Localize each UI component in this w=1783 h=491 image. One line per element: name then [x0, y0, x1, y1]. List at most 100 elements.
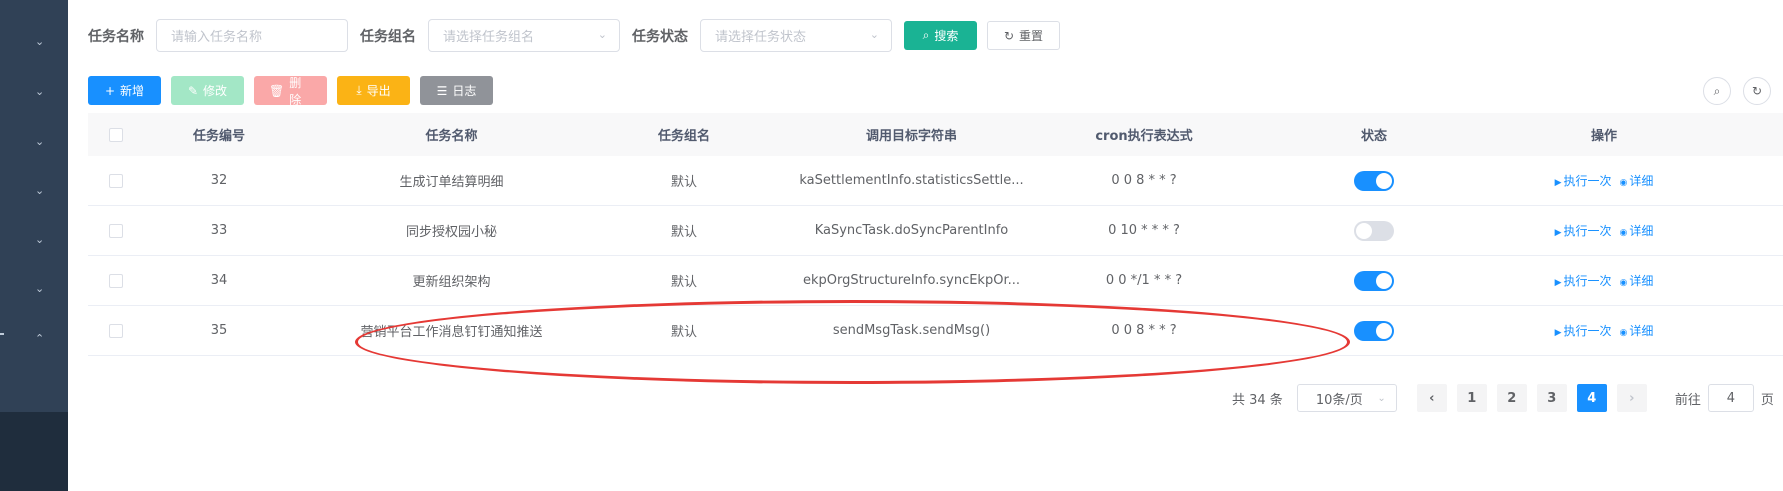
status-toggle[interactable] [1354, 220, 1394, 241]
task-group-label: 任务组名 [360, 28, 416, 45]
page-size-select[interactable]: 10条/页 ⌄ [1296, 384, 1397, 412]
table-header: 任务编号 任务名称 任务组名 调用目标字符串 cron执行表达式 状态 操作 [88, 113, 1783, 156]
select-all-checkbox[interactable] [109, 127, 123, 142]
task-group-placeholder: 请选择任务组名 [443, 30, 535, 45]
status-toggle[interactable] [1354, 320, 1394, 341]
edit-button[interactable]: ✎ 修改 [171, 76, 244, 105]
toggle-knob [1376, 322, 1392, 339]
detail-link[interactable]: ◉ 详细 [1620, 324, 1654, 338]
status-toggle[interactable] [1354, 270, 1394, 291]
detail-link[interactable]: ◉ 详细 [1620, 224, 1654, 238]
cron-expression: 0 0 8 * * ? [1111, 173, 1177, 188]
detail-link[interactable]: ◉ 详细 [1620, 274, 1654, 288]
eye-icon: ◉ [1619, 278, 1628, 288]
eye-icon: ◉ [1619, 328, 1628, 338]
export-button[interactable]: ⤓ 导出 [337, 76, 410, 105]
page-2[interactable]: 2 [1496, 384, 1527, 412]
run-once-link[interactable]: ▶ 执行一次 [1555, 174, 1612, 188]
chevron-up-icon[interactable]: ⌃ [35, 332, 45, 345]
status-toggle[interactable] [1354, 170, 1394, 191]
delete-button[interactable]: 🗑 删除 [254, 75, 327, 107]
table-row: 33 同步授权园小秘 默认 KaSyncTask.doSyncParentInf… [88, 206, 1783, 256]
edit-icon: ✎ [187, 83, 199, 98]
reset-button[interactable]: ↻ 重置 [987, 21, 1060, 50]
page-suffix: 页 [1760, 392, 1774, 408]
search-button[interactable]: ⌕ 搜索 [904, 21, 977, 50]
task-group: 默认 [670, 175, 697, 190]
run-once-link[interactable]: ▶ 执行一次 [1555, 324, 1612, 338]
search-icon: ⌕ [1713, 83, 1721, 98]
job-table: 任务编号 任务名称 任务组名 调用目标字符串 cron执行表达式 状态 操作 3… [88, 113, 1783, 356]
invoke-target: KaSyncTask.doSyncParentInfo [814, 223, 1009, 238]
add-button[interactable]: + 新增 [88, 76, 161, 105]
invoke-target: sendMsgTask.sendMsg() [832, 323, 991, 338]
task-id: 34 [210, 273, 228, 288]
task-status-select[interactable]: 请选择任务状态 ⌄ [700, 19, 892, 52]
goto-page-input[interactable]: 4 [1707, 384, 1754, 412]
row-checkbox[interactable] [109, 173, 123, 188]
run-once-label: 执行一次 [1563, 274, 1612, 288]
task-status-label: 任务状态 [632, 28, 688, 45]
operations: ▶ 执行一次 ◉ 详细 [1524, 322, 1684, 339]
search-icon: ⌕ [922, 28, 930, 42]
task-name-placeholder: 请输入任务名称 [171, 30, 263, 45]
goto-page: 前往 4 页 [1675, 384, 1774, 412]
detail-label: 详细 [1629, 274, 1654, 288]
run-once-link[interactable]: ▶ 执行一次 [1555, 274, 1612, 288]
task-name-input[interactable]: 请输入任务名称 [156, 19, 348, 52]
task-group: 默认 [670, 275, 697, 290]
sliders-icon: ☰ [436, 83, 448, 98]
page-1[interactable]: 1 [1456, 384, 1487, 412]
page-3[interactable]: 3 [1536, 384, 1567, 412]
header-status: 状态 [1360, 129, 1387, 144]
task-group-select[interactable]: 请选择任务组名 ⌄ [428, 19, 620, 52]
active-indicator [0, 333, 4, 335]
trash-icon: 🗑 [269, 83, 285, 98]
detail-link[interactable]: ◉ 详细 [1620, 174, 1654, 188]
chevron-down-icon[interactable]: ⌄ [35, 85, 45, 98]
status-cell [1224, 220, 1524, 241]
chevron-down-icon[interactable]: ⌄ [35, 135, 45, 148]
task-status-placeholder: 请选择任务状态 [715, 30, 807, 45]
chevron-down-icon[interactable]: ⌄ [35, 233, 45, 246]
eye-icon: ◉ [1619, 178, 1628, 188]
chevron-down-icon: ⌄ [869, 28, 879, 41]
export-button-label: 导出 [366, 84, 391, 98]
status-cell [1224, 170, 1524, 191]
select-all-checkbox-cell [88, 127, 144, 142]
refresh-button[interactable]: ↻ [1743, 77, 1771, 105]
plus-icon: + [104, 83, 116, 98]
caret-right-icon: ▶ [1554, 328, 1562, 338]
status-cell [1224, 320, 1524, 341]
toolbar: + 新增 ✎ 修改 🗑 删除 ⤓ 导出 ☰ 日志 [88, 75, 503, 107]
task-id: 35 [210, 323, 228, 338]
header-task-id: 任务编号 [192, 129, 245, 144]
toggle-knob [1356, 222, 1372, 239]
page-size-value: 10条/页 [1315, 392, 1363, 408]
sidebar: ⌄ ⌄ ⌄ ⌄ ⌄ ⌄ ⌃ [0, 0, 68, 491]
cron-expression: 0 0 8 * * ? [1111, 323, 1177, 338]
chevron-down-icon[interactable]: ⌄ [35, 282, 45, 295]
row-checkbox[interactable] [109, 223, 123, 238]
chevron-down-icon: ⌄ [597, 28, 607, 41]
row-checkbox-cell [88, 323, 144, 338]
prev-page-button[interactable]: ‹ [1416, 384, 1447, 412]
chevron-down-icon[interactable]: ⌄ [35, 184, 45, 197]
run-once-link[interactable]: ▶ 执行一次 [1555, 224, 1612, 238]
status-cell [1224, 270, 1524, 291]
task-group: 默认 [670, 325, 697, 340]
delete-button-label: 删除 [289, 75, 302, 107]
task-name: 生成订单结算明细 [399, 175, 504, 190]
chevron-down-icon[interactable]: ⌄ [35, 35, 45, 48]
row-checkbox[interactable] [109, 323, 123, 338]
table-row: 34 更新组织架构 默认 ekpOrgStructureInfo.syncEkp… [88, 256, 1783, 306]
eye-icon: ◉ [1619, 228, 1628, 238]
next-page-button[interactable]: › [1616, 384, 1647, 412]
log-button[interactable]: ☰ 日志 [420, 76, 493, 105]
toggle-search-button[interactable]: ⌕ [1703, 77, 1731, 105]
row-checkbox-cell [88, 223, 144, 238]
row-checkbox[interactable] [109, 273, 123, 288]
search-form: 任务名称 请输入任务名称 任务组名 请选择任务组名 ⌄ 任务状态 请选择任务状态… [88, 19, 1060, 52]
cron-expression: 0 10 * * * ? [1108, 223, 1180, 238]
page-4[interactable]: 4 [1576, 384, 1607, 412]
